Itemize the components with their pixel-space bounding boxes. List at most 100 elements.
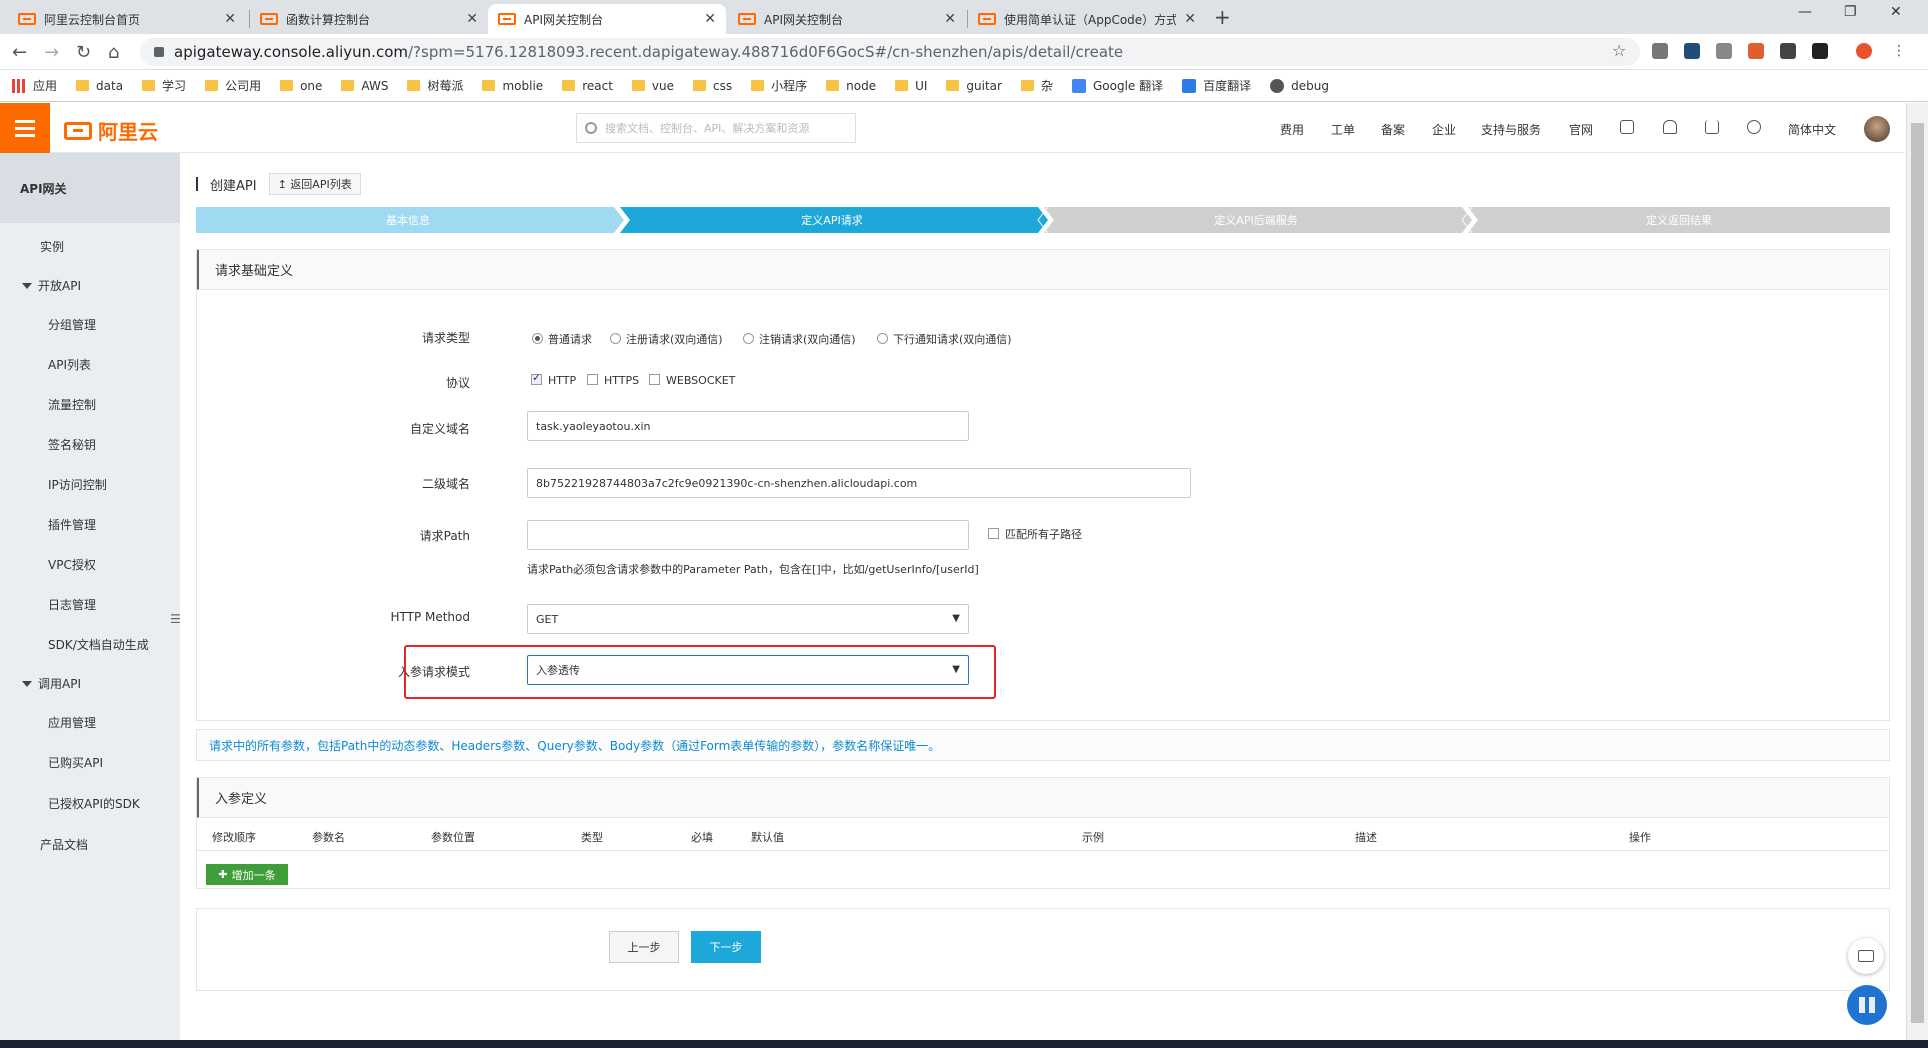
- sidebar-item-plugins[interactable]: 插件管理: [48, 516, 96, 533]
- sidebar-item-throttling[interactable]: 流量控制: [48, 396, 96, 413]
- terminal-icon[interactable]: [1620, 120, 1634, 134]
- sub-domain-input[interactable]: 8b75221928744803a7c2fc9e0921390c-cn-shen…: [527, 468, 1191, 498]
- search-input[interactable]: 搜索文档、控制台、API、解决方案和资源: [576, 113, 856, 143]
- url-field[interactable]: apigateway.console.aliyun.com/?spm=5176.…: [140, 38, 1640, 66]
- sidebar-item-instance[interactable]: 实例: [40, 238, 64, 255]
- browser-tab[interactable]: 阿里云控制台首页 ✕: [8, 4, 246, 34]
- sidebar-item-api-list[interactable]: API列表: [48, 356, 91, 373]
- restore-icon[interactable]: ❐: [1844, 4, 1857, 20]
- prev-button[interactable]: 上一步: [609, 931, 679, 963]
- bookmark-folder[interactable]: 小程序: [751, 77, 807, 94]
- bookmark-folder[interactable]: node: [826, 79, 876, 93]
- profile-icon[interactable]: [1856, 43, 1872, 59]
- bookmark-folder[interactable]: moblie: [482, 79, 543, 93]
- star-icon[interactable]: ☆: [1612, 41, 1626, 60]
- minimize-icon[interactable]: —: [1798, 4, 1812, 20]
- help-icon[interactable]: [1747, 120, 1761, 134]
- forward-icon[interactable]: →: [44, 42, 59, 63]
- home-icon[interactable]: ⌂: [108, 42, 119, 63]
- bookmark-apps[interactable]: 应用: [12, 77, 57, 94]
- sidebar-item-group-manage[interactable]: 分组管理: [48, 316, 96, 333]
- close-tab-icon[interactable]: ✕: [944, 11, 956, 27]
- scrollbar-thumb[interactable]: [1911, 123, 1924, 1023]
- bookmark-folder[interactable]: AWS: [341, 79, 388, 93]
- http-method-select[interactable]: GET ▼: [527, 604, 969, 634]
- sidebar-item-apps[interactable]: 应用管理: [48, 714, 96, 731]
- sidebar-item-signature-key[interactable]: 签名秘钥: [48, 436, 96, 453]
- extension-icon[interactable]: [1812, 43, 1828, 59]
- bookmark-folder[interactable]: one: [280, 79, 322, 93]
- apps-grid-icon[interactable]: [1847, 985, 1887, 1025]
- bookmark-folder[interactable]: react: [562, 79, 613, 93]
- nav-official-site[interactable]: 官网: [1569, 121, 1593, 138]
- sidebar-item-vpc-auth[interactable]: VPC授权: [48, 556, 96, 573]
- path-input[interactable]: [527, 520, 969, 550]
- scrollbar[interactable]: [1906, 103, 1928, 1048]
- reload-icon[interactable]: ↻: [76, 42, 91, 63]
- radio-notify-request[interactable]: 下行通知请求(双向通信): [877, 331, 1012, 347]
- nav-fees[interactable]: 费用: [1280, 121, 1304, 138]
- bookmark-folder[interactable]: 学习: [142, 77, 186, 94]
- bell-icon[interactable]: [1663, 120, 1677, 134]
- sidebar-item-sdk-docs[interactable]: SDK/文档自动生成: [48, 636, 149, 653]
- bookmark-baidu-translate[interactable]: 百度翻译: [1182, 77, 1251, 94]
- sidebar-group-open-api[interactable]: 开放API: [22, 277, 81, 294]
- bookmark-folder[interactable]: UI: [895, 79, 927, 93]
- bookmark-debug[interactable]: debug: [1270, 78, 1329, 93]
- close-tab-icon[interactable]: ✕: [704, 11, 716, 27]
- bookmark-folder[interactable]: 树莓派: [407, 77, 463, 94]
- browser-tab[interactable]: API网关控制台 ✕: [728, 4, 966, 34]
- sidebar-item-logs[interactable]: 日志管理: [48, 596, 96, 613]
- next-button[interactable]: 下一步: [691, 931, 761, 963]
- checkbox-http[interactable]: HTTP: [531, 371, 576, 387]
- bookmark-folder[interactable]: 公司用: [205, 77, 261, 94]
- cart-icon[interactable]: [1705, 120, 1719, 134]
- sidebar-item-ip-access[interactable]: IP访问控制: [48, 476, 107, 493]
- bookmark-folder[interactable]: vue: [631, 79, 674, 93]
- param-mode-select[interactable]: 入参透传 ▼: [527, 655, 969, 685]
- extension-icon[interactable]: [1780, 43, 1796, 59]
- sidebar-item-product-docs[interactable]: 产品文档: [40, 836, 88, 853]
- extension-icon[interactable]: [1748, 43, 1764, 59]
- checkbox-https[interactable]: HTTPS: [587, 374, 639, 387]
- avatar[interactable]: [1864, 116, 1890, 142]
- sidebar-item-purchased-api[interactable]: 已购买API: [48, 754, 103, 771]
- chat-icon[interactable]: [1848, 938, 1884, 974]
- bookmark-folder[interactable]: guitar: [946, 79, 1002, 93]
- nav-enterprise[interactable]: 企业: [1432, 121, 1456, 138]
- menu-icon[interactable]: ⋮: [1892, 43, 1908, 59]
- radio-normal-request[interactable]: 普通请求: [532, 331, 592, 347]
- nav-tickets[interactable]: 工单: [1331, 121, 1355, 138]
- extension-icon[interactable]: [1652, 43, 1668, 59]
- checkbox-match-all-subpaths[interactable]: 匹配所有子路径: [988, 526, 1082, 542]
- bookmark-folder[interactable]: css: [693, 79, 732, 93]
- hamburger-menu-icon[interactable]: [0, 103, 50, 153]
- bookmark-folder[interactable]: 杂: [1020, 77, 1053, 94]
- bookmark-folder[interactable]: data: [76, 79, 123, 93]
- radio-unregister-request[interactable]: 注销请求(双向通信): [743, 331, 856, 347]
- close-window-icon[interactable]: ✕: [1890, 4, 1902, 20]
- browser-tab[interactable]: 函数计算控制台 ✕: [250, 4, 488, 34]
- nav-filing[interactable]: 备案: [1381, 121, 1405, 138]
- sidebar-item-authorized-sdk[interactable]: 已授权API的SDK: [48, 795, 140, 812]
- new-tab-icon[interactable]: +: [1214, 5, 1231, 29]
- close-tab-icon[interactable]: ✕: [466, 11, 478, 27]
- browser-tab[interactable]: 使用简单认证（AppCode）方式 ✕: [968, 4, 1206, 34]
- radio-register-request[interactable]: 注册请求(双向通信): [610, 331, 723, 347]
- close-tab-icon[interactable]: ✕: [1184, 11, 1196, 27]
- info-notice: 请求中的所有参数，包括Path中的动态参数、Headers参数、Query参数、…: [196, 729, 1890, 761]
- nav-support[interactable]: 支持与服务: [1481, 121, 1541, 138]
- back-icon[interactable]: ←: [12, 42, 27, 63]
- browser-tab-active[interactable]: API网关控制台 ✕: [488, 4, 726, 34]
- add-param-button[interactable]: ✚ 增加一条: [206, 864, 288, 885]
- bookmark-google-translate[interactable]: Google 翻译: [1071, 77, 1163, 94]
- close-tab-icon[interactable]: ✕: [224, 11, 236, 27]
- back-to-list-button[interactable]: ↥ 返回API列表: [268, 173, 361, 195]
- extension-icon[interactable]: [1684, 43, 1700, 59]
- checkbox-websocket[interactable]: WEBSOCKET: [649, 374, 735, 387]
- language-switch[interactable]: 简体中文: [1788, 121, 1836, 138]
- sidebar-group-call-api[interactable]: 调用API: [22, 675, 81, 692]
- extension-icon[interactable]: [1716, 43, 1732, 59]
- custom-domain-input[interactable]: task.yaoleyaotou.xin: [527, 411, 969, 441]
- aliyun-logo[interactable]: 阿里云: [64, 116, 158, 145]
